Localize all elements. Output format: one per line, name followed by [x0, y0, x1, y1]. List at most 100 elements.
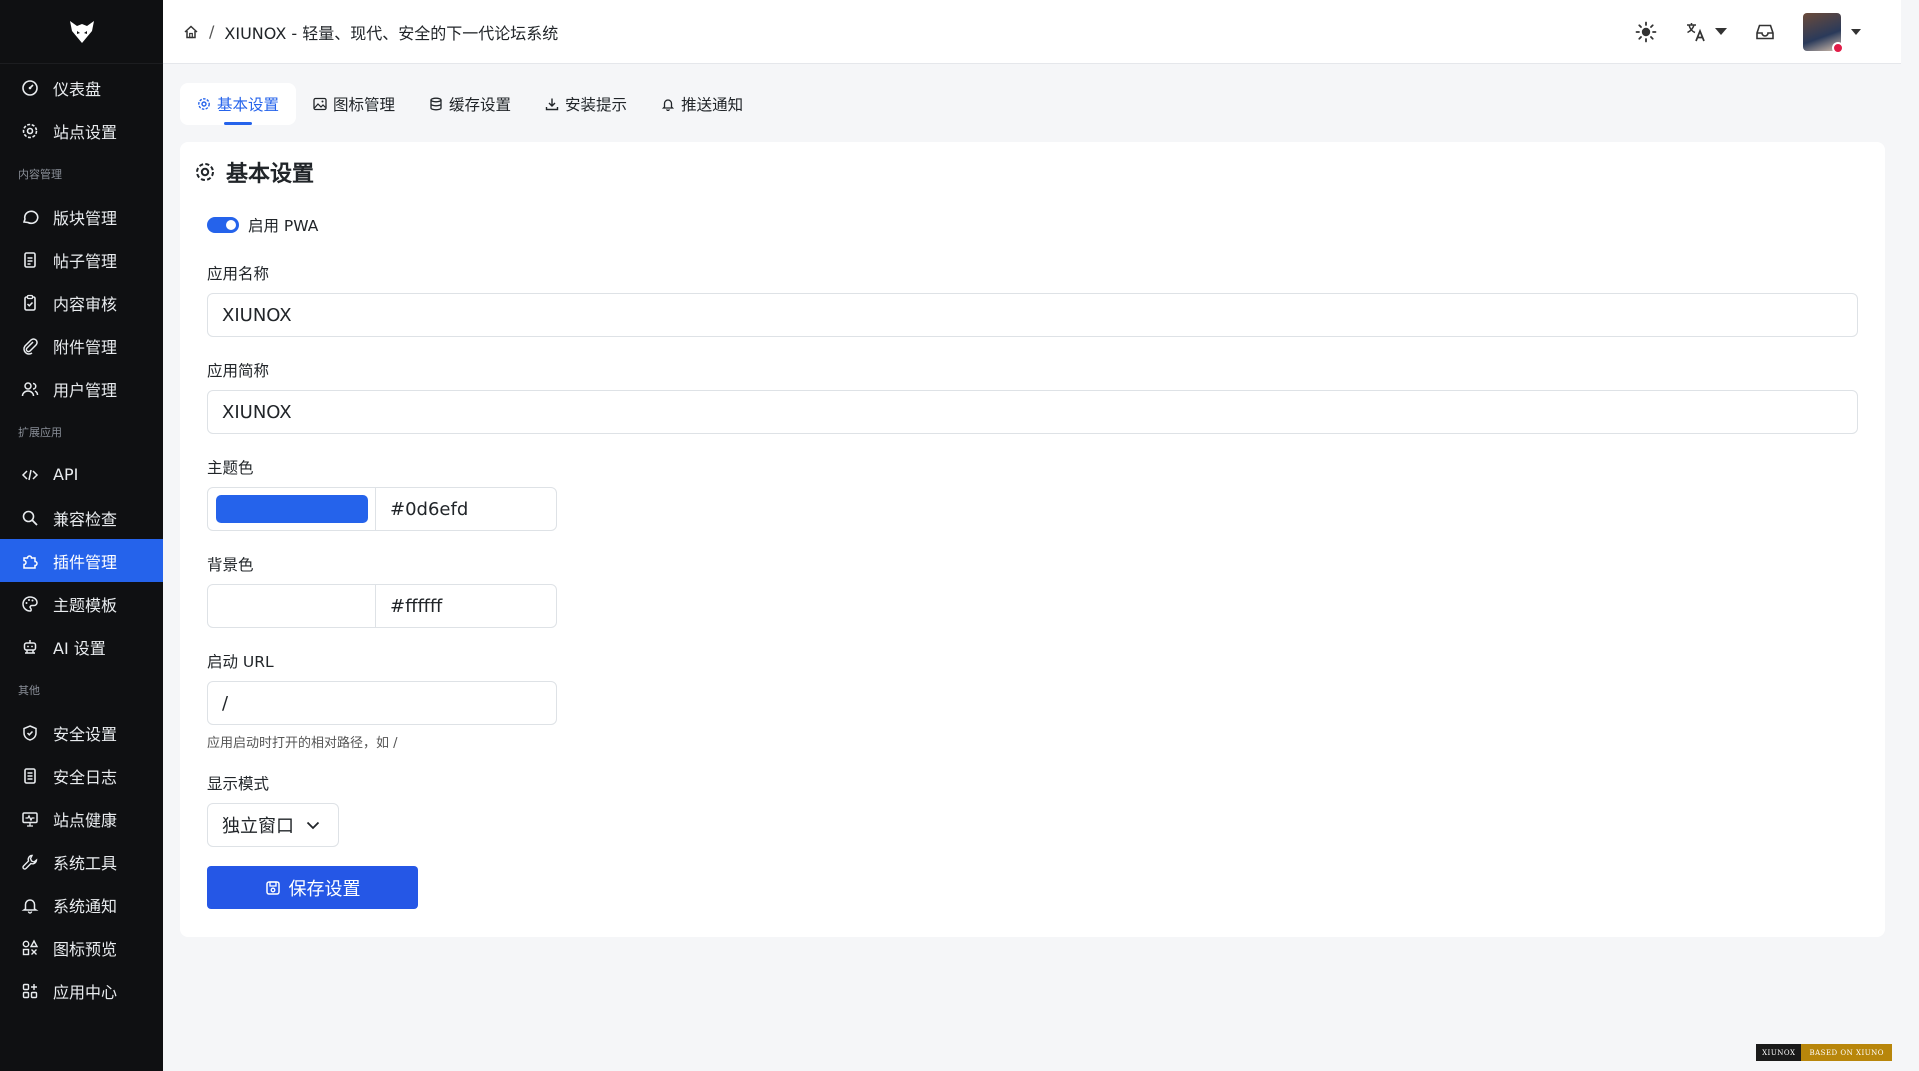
background-color-picker[interactable] — [208, 585, 376, 627]
database-icon — [429, 97, 443, 111]
background-color-input[interactable]: #ffffff — [376, 585, 556, 627]
display-mode-select[interactable]: 独立窗口 — [207, 803, 339, 847]
theme-color-label: 主题色 — [207, 459, 254, 477]
pwa-toggle-label: 启用 PWA — [248, 217, 319, 235]
chat-bubble-icon — [20, 207, 40, 227]
sidebar-item-label: API — [53, 465, 79, 484]
sidebar-item-attachments[interactable]: 附件管理 — [0, 324, 163, 367]
powered-by-badge[interactable]: XIUNOX BASED ON XIUNO — [1756, 1044, 1892, 1061]
image-icon — [313, 97, 327, 111]
robot-icon — [20, 637, 40, 657]
short-name-input[interactable]: XIUNOX — [207, 390, 1858, 434]
code-icon — [20, 465, 40, 485]
theme-color-picker[interactable] — [208, 488, 376, 530]
log-document-icon — [20, 766, 40, 786]
sidebar-item-plugins[interactable]: 插件管理 — [0, 539, 163, 582]
app-name-label: 应用名称 — [207, 265, 270, 283]
sidebar-item-site-health[interactable]: 站点健康 — [0, 797, 163, 840]
monitor-pulse-icon — [20, 809, 40, 829]
save-settings-button[interactable]: 保存设置 — [207, 866, 418, 909]
inbox-button[interactable] — [1755, 12, 1775, 52]
sidebar-item-label: 仪表盘 — [53, 79, 102, 99]
theme-toggle-button[interactable] — [1635, 12, 1657, 52]
settings-tabs: 基本设置 图标管理 缓存设置 安装提示 推送通知 — [180, 83, 760, 125]
tab-label: 图标管理 — [333, 96, 396, 114]
chevron-down-icon — [306, 821, 320, 830]
sidebar-item-label: 兼容检查 — [53, 509, 118, 529]
bell-icon — [20, 895, 40, 915]
sidebar-item-boards[interactable]: 版块管理 — [0, 195, 163, 238]
tab-label: 缓存设置 — [449, 96, 512, 114]
gear-icon — [197, 97, 211, 111]
tab-install-prompt[interactable]: 安装提示 — [528, 83, 644, 125]
save-button-label: 保存设置 — [288, 878, 361, 900]
sidebar-item-security-log[interactable]: 安全日志 — [0, 754, 163, 797]
badge-right: BASED ON XIUNO — [1801, 1044, 1892, 1061]
theme-color-input[interactable]: #0d6efd — [376, 488, 556, 530]
sidebar-item-system-tools[interactable]: 系统工具 — [0, 840, 163, 883]
sidebar-item-site-settings[interactable]: 站点设置 — [0, 109, 163, 152]
clipboard-check-icon — [20, 293, 40, 313]
sidebar-item-label: AI 设置 — [53, 638, 106, 658]
sidebar-item-posts[interactable]: 帖子管理 — [0, 238, 163, 281]
sidebar-item-label: 系统工具 — [53, 853, 118, 873]
theme-color-group: #0d6efd — [207, 487, 557, 531]
sidebar-item-system-notifications[interactable]: 系统通知 — [0, 883, 163, 926]
avatar — [1803, 13, 1844, 54]
language-dropdown[interactable] — [1685, 12, 1727, 52]
sidebar-item-label: 帖子管理 — [53, 251, 118, 271]
apps-grid-icon — [20, 981, 40, 1001]
background-color-group: #ffffff — [207, 584, 557, 628]
user-menu[interactable] — [1803, 12, 1861, 54]
palette-icon — [20, 594, 40, 614]
short-name-label: 应用简称 — [207, 362, 270, 380]
tab-basic-settings[interactable]: 基本设置 — [180, 83, 297, 125]
sidebar-item-themes[interactable]: 主题模板 — [0, 582, 163, 625]
tab-icon-management[interactable]: 图标管理 — [296, 83, 412, 125]
sidebar-item-app-center[interactable]: 应用中心 — [0, 969, 163, 1012]
breadcrumb-title[interactable]: XIUNOX - 轻量、现代、安全的下一代论坛系统 — [224, 20, 558, 44]
document-icon — [20, 250, 40, 270]
tab-cache-settings[interactable]: 缓存设置 — [412, 83, 528, 125]
users-icon — [20, 379, 40, 399]
sidebar-item-label: 站点设置 — [53, 122, 118, 142]
sidebar-item-users[interactable]: 用户管理 — [0, 367, 163, 410]
search-icon — [20, 508, 40, 528]
tab-label: 推送通知 — [681, 96, 744, 114]
gear-icon — [20, 121, 40, 141]
settings-card: 基本设置 启用 PWA 应用名称 XIUNOX 应用简称 XIUNOX 主题色 … — [180, 142, 1885, 937]
sun-icon — [1635, 21, 1657, 43]
breadcrumb-separator: / — [209, 22, 215, 41]
sidebar-item-label: 站点健康 — [53, 810, 118, 830]
theme-color-swatch — [215, 495, 368, 523]
sidebar-item-moderation[interactable]: 内容审核 — [0, 281, 163, 324]
display-mode-value: 独立窗口 — [222, 816, 294, 837]
sidebar-section-content: 内容管理 — [18, 167, 62, 181]
gear-icon — [194, 161, 216, 183]
sidebar-item-label: 安全设置 — [53, 724, 118, 744]
sidebar-item-compat-check[interactable]: 兼容检查 — [0, 496, 163, 539]
breadcrumb: / XIUNOX - 轻量、现代、安全的下一代论坛系统 — [183, 20, 558, 44]
sidebar-item-label: 插件管理 — [53, 552, 118, 572]
app-logo[interactable] — [0, 0, 163, 64]
pwa-toggle[interactable] — [207, 217, 239, 233]
tab-label: 基本设置 — [217, 96, 280, 114]
page-title: 基本设置 — [194, 154, 314, 190]
shield-icon — [20, 723, 40, 743]
home-icon[interactable] — [183, 24, 199, 40]
inbox-icon — [1755, 22, 1775, 42]
sidebar-item-icon-preview[interactable]: 图标预览 — [0, 926, 163, 969]
caret-down-icon — [1851, 28, 1861, 36]
tab-push-notifications[interactable]: 推送通知 — [644, 83, 760, 125]
app-name-input[interactable]: XIUNOX — [207, 293, 1858, 337]
tab-label: 安装提示 — [565, 96, 628, 114]
sidebar-item-dashboard[interactable]: 仪表盘 — [0, 66, 163, 109]
sidebar-item-ai-settings[interactable]: AI 设置 — [0, 625, 163, 668]
sidebar: 仪表盘 站点设置 内容管理 版块管理 帖子管理 内容审核 附件管理 用户管理 扩… — [0, 0, 163, 1071]
sidebar-item-label: 版块管理 — [53, 208, 118, 228]
start-url-input[interactable]: / — [207, 681, 557, 725]
sidebar-item-api[interactable]: API — [0, 453, 163, 496]
sidebar-item-security-settings[interactable]: 安全设置 — [0, 711, 163, 754]
download-icon — [545, 97, 559, 111]
puzzle-icon — [20, 551, 40, 571]
